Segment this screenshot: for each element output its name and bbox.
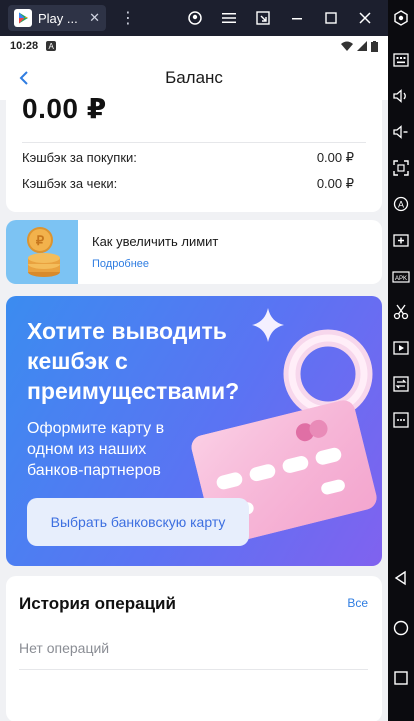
play-store-icon (14, 9, 32, 27)
history-empty-text: Нет операций (19, 640, 110, 656)
svg-text:₽: ₽ (36, 233, 45, 248)
keyboard-icon[interactable] (388, 42, 414, 78)
battery-icon (371, 40, 378, 52)
status-indicator: A (46, 41, 57, 51)
cashback-receipts-label: Кэшбэк за чеки: (22, 176, 118, 191)
promo-title: Хотите выводить кешбэк с преимуществами? (27, 318, 240, 404)
svg-text:A: A (398, 200, 404, 210)
cashback-receipts-value: 0.00 ₽ (316, 176, 354, 191)
emulator-titlebar: Play ... ✕ ⋮ (0, 0, 388, 36)
menu-icon[interactable] (212, 0, 246, 36)
cashback-purchases-row: Кэшбэк за покупки: 0.00 ₽ (22, 150, 354, 166)
settings-icon[interactable] (388, 0, 414, 36)
window-controls (178, 0, 382, 36)
minimize-icon[interactable] (280, 0, 314, 36)
divider (22, 142, 366, 143)
screenshot-icon[interactable] (388, 150, 414, 186)
app-tab[interactable]: Play ... ✕ (8, 5, 106, 31)
limit-card[interactable]: ₽ Как увеличить лимит Подробнее (6, 220, 382, 284)
location-icon[interactable]: A (388, 186, 414, 222)
account-icon[interactable] (178, 0, 212, 36)
coins-illustration: ₽ (6, 220, 78, 284)
app-tab-label: Play ... (38, 10, 78, 26)
history-all-link[interactable]: Все (347, 596, 368, 610)
home-nav-icon[interactable] (388, 608, 414, 648)
history-title: История операций (19, 594, 176, 613)
cashback-purchases-label: Кэшбэк за покупки: (22, 150, 137, 165)
tab-close-icon[interactable]: ✕ (89, 10, 100, 26)
emulator-sidebar: A APK (388, 0, 414, 721)
back-nav-icon[interactable] (388, 558, 414, 598)
scissors-icon[interactable] (388, 294, 414, 330)
maximize-icon[interactable] (314, 0, 348, 36)
status-bar: 10:28 A (0, 36, 388, 56)
close-icon[interactable] (348, 0, 382, 36)
limit-title: Как увеличить лимит (92, 234, 219, 249)
signal-icon (357, 41, 367, 51)
promo-banner: Хотите выводить кешбэк с преимуществами?… (6, 296, 382, 566)
svg-text:APK: APK (395, 276, 407, 282)
status-time: 10:28 (10, 40, 39, 52)
apk-icon[interactable]: APK (388, 258, 414, 294)
wifi-icon (341, 41, 353, 51)
promo-subtitle: Оформите карту в одном из наших банков-п… (27, 420, 165, 479)
limit-more-link[interactable]: Подробнее (92, 258, 149, 270)
volume-down-icon[interactable] (388, 114, 414, 150)
add-app-icon[interactable] (388, 222, 414, 258)
recent-nav-icon[interactable] (388, 658, 414, 698)
kebab-menu-icon[interactable]: ⋮ (120, 8, 136, 28)
more-icon[interactable] (388, 402, 414, 438)
cashback-purchases-value: 0.00 ₽ (316, 150, 354, 165)
balance-amount: 0.00 ₽ (22, 93, 107, 124)
transfer-icon[interactable] (388, 366, 414, 402)
phone-screen: 10:28 A Баланс 0.00 ₽ Кэшбэк за покупки:… (0, 36, 388, 721)
balance-card: 0.00 ₽ Кэшбэк за покупки: 0.00 ₽ Кэшбэк … (6, 93, 382, 212)
volume-up-icon[interactable] (388, 78, 414, 114)
divider (19, 669, 368, 670)
cashback-receipts-row: Кэшбэк за чеки: 0.00 ₽ (22, 176, 354, 192)
record-icon[interactable] (388, 330, 414, 366)
back-arrow-icon[interactable] (12, 66, 36, 90)
status-icons (341, 40, 378, 52)
history-card: История операций Все Нет операций (6, 576, 382, 721)
choose-card-button[interactable]: Выбрать банковскую карту (27, 498, 249, 546)
screen-icon[interactable] (246, 0, 280, 36)
page-title: Баланс (165, 68, 223, 87)
